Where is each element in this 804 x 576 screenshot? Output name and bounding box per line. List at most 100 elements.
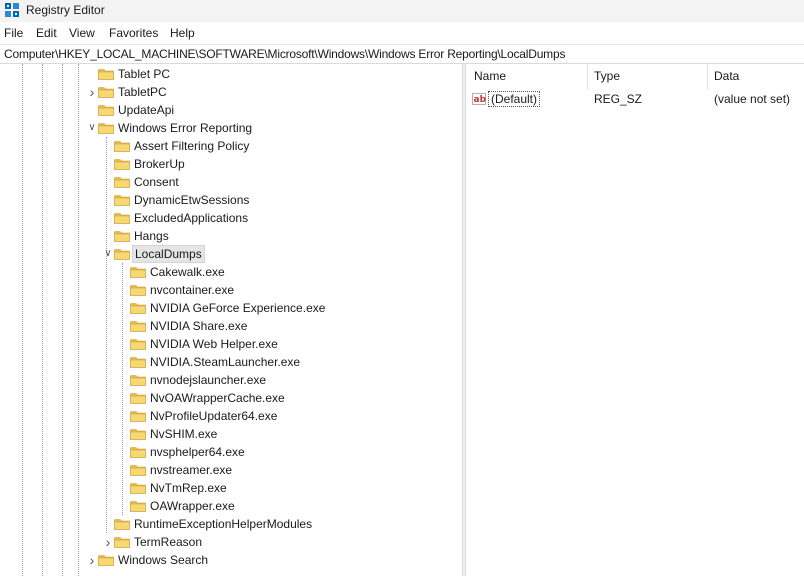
value-name[interactable]: (Default): [488, 91, 541, 107]
tree-item-label[interactable]: OAWrapper.exe: [148, 498, 237, 514]
tree-item[interactable]: NVIDIA Share.exe: [0, 317, 460, 335]
column-header-data[interactable]: Data: [714, 69, 739, 83]
tree-item[interactable]: › Windows Search: [0, 551, 460, 569]
folder-icon: [130, 410, 146, 422]
address-path[interactable]: Computer\HKEY_LOCAL_MACHINE\SOFTWARE\Mic…: [4, 47, 565, 61]
folder-icon: [130, 464, 146, 476]
folder-icon: [114, 212, 130, 224]
title-bar: Registry Editor: [0, 0, 804, 22]
tree-item[interactable]: nvsphelper64.exe: [0, 443, 460, 461]
tree-item[interactable]: RuntimeExceptionHelperModules: [0, 515, 460, 533]
svg-text:ab: ab: [474, 95, 487, 105]
folder-icon: [130, 446, 146, 458]
folder-icon: [114, 176, 130, 188]
tree-item[interactable]: DynamicEtwSessions: [0, 191, 460, 209]
folder-icon: [98, 68, 114, 80]
tree-item-label[interactable]: nvstreamer.exe: [148, 462, 234, 478]
tree-item-label[interactable]: TermReason: [132, 534, 204, 550]
tree-item-label[interactable]: RuntimeExceptionHelperModules: [132, 516, 314, 532]
tree-item-label[interactable]: Hangs: [132, 228, 171, 244]
tree-item-label[interactable]: nvcontainer.exe: [148, 282, 236, 298]
tree-item[interactable]: ExcludedApplications: [0, 209, 460, 227]
tree-item[interactable]: Assert Filtering Policy: [0, 137, 460, 155]
tree-item-label[interactable]: NVIDIA GeForce Experience.exe: [148, 300, 327, 316]
tree-item-label[interactable]: DynamicEtwSessions: [132, 192, 251, 208]
menu-file[interactable]: File: [4, 26, 23, 40]
tree-item[interactable]: NvTmRep.exe: [0, 479, 460, 497]
tree-item-label[interactable]: NvOAWrapperCache.exe: [148, 390, 287, 406]
folder-icon: [130, 500, 146, 512]
folder-icon: [114, 158, 130, 170]
folder-icon: [130, 320, 146, 332]
tree-item-label[interactable]: Consent: [132, 174, 181, 190]
tree-item[interactable]: BrokerUp: [0, 155, 460, 173]
chevron-right-icon[interactable]: ›: [86, 551, 98, 569]
menu-view[interactable]: View: [69, 26, 95, 40]
string-value-icon: ab: [472, 93, 487, 105]
tree-item[interactable]: nvstreamer.exe: [0, 461, 460, 479]
column-header-type[interactable]: Type: [594, 69, 620, 83]
tree-item-label-selected[interactable]: LocalDumps: [132, 245, 205, 263]
address-bar[interactable]: Computer\HKEY_LOCAL_MACHINE\SOFTWARE\Mic…: [0, 44, 804, 64]
tree-item-label[interactable]: BrokerUp: [132, 156, 187, 172]
tree-item[interactable]: NvSHIM.exe: [0, 425, 460, 443]
column-header-name[interactable]: Name: [474, 69, 506, 83]
tree-item[interactable]: ∨ LocalDumps: [0, 245, 460, 263]
tree-item-label[interactable]: NvTmRep.exe: [148, 480, 229, 496]
tree-item-label[interactable]: Windows Error Reporting: [116, 120, 254, 136]
tree-item[interactable]: NVIDIA GeForce Experience.exe: [0, 299, 460, 317]
column-separator[interactable]: [587, 64, 588, 90]
chevron-right-icon[interactable]: ›: [86, 83, 98, 101]
folder-icon: [114, 518, 130, 530]
tree-item-label[interactable]: Cakewalk.exe: [148, 264, 227, 280]
menu-edit[interactable]: Edit: [36, 26, 57, 40]
key-tree[interactable]: Tablet PC › TabletPC UpdateApi ∨ Windows Erro…: [0, 64, 462, 576]
folder-icon: [114, 140, 130, 152]
chevron-down-icon[interactable]: ∨: [86, 119, 98, 137]
value-type: REG_SZ: [594, 92, 643, 106]
tree-item-label[interactable]: nvnodejslauncher.exe: [148, 372, 268, 388]
menu-help[interactable]: Help: [170, 26, 195, 40]
tree-item-label[interactable]: Tablet PC: [116, 66, 172, 82]
tree-item[interactable]: NVIDIA.SteamLauncher.exe: [0, 353, 460, 371]
tree-item-label[interactable]: TabletPC: [116, 84, 169, 100]
tree-item-label[interactable]: NVIDIA Share.exe: [148, 318, 249, 334]
tree-item-label[interactable]: NVIDIA.SteamLauncher.exe: [148, 354, 302, 370]
tree-item[interactable]: › TabletPC: [0, 83, 460, 101]
tree-item[interactable]: ∨ Windows Error Reporting: [0, 119, 460, 137]
folder-icon: [130, 338, 146, 350]
tree-item[interactable]: Hangs: [0, 227, 460, 245]
tree-item[interactable]: nvcontainer.exe: [0, 281, 460, 299]
folder-icon: [114, 230, 130, 242]
folder-icon: [130, 302, 146, 314]
folder-icon: [114, 536, 130, 548]
tree-item[interactable]: NvOAWrapperCache.exe: [0, 389, 460, 407]
tree-item[interactable]: › TermReason: [0, 533, 460, 551]
tree-item-label[interactable]: ExcludedApplications: [132, 210, 250, 226]
tree-item[interactable]: Tablet PC: [0, 65, 460, 83]
folder-icon: [98, 122, 114, 134]
folder-icon: [130, 356, 146, 368]
tree-item-label[interactable]: NvProfileUpdater64.exe: [148, 408, 279, 424]
menu-favorites[interactable]: Favorites: [109, 26, 158, 40]
tree-item-label[interactable]: NvSHIM.exe: [148, 426, 219, 442]
tree-item-label[interactable]: UpdateApi: [116, 102, 176, 118]
column-separator[interactable]: [707, 64, 708, 90]
tree-item-label[interactable]: Assert Filtering Policy: [132, 138, 251, 154]
tree-item-label[interactable]: NVIDIA Web Helper.exe: [148, 336, 280, 352]
chevron-right-icon[interactable]: ›: [102, 533, 114, 551]
tree-item[interactable]: UpdateApi: [0, 101, 460, 119]
tree-item[interactable]: NVIDIA Web Helper.exe: [0, 335, 460, 353]
tree-item[interactable]: Cakewalk.exe: [0, 263, 460, 281]
tree-item[interactable]: Consent: [0, 173, 460, 191]
tree-item-label[interactable]: nvsphelper64.exe: [148, 444, 247, 460]
tree-item[interactable]: OAWrapper.exe: [0, 497, 460, 515]
chevron-down-icon[interactable]: ∨: [102, 245, 114, 263]
tree-item[interactable]: NvProfileUpdater64.exe: [0, 407, 460, 425]
value-list[interactable]: Name Type Data ab (Default) REG_SZ (valu…: [466, 64, 804, 576]
tree-item[interactable]: nvnodejslauncher.exe: [0, 371, 460, 389]
tree-item-label[interactable]: Windows Search: [116, 552, 210, 568]
folder-icon: [98, 554, 114, 566]
folder-icon: [130, 374, 146, 386]
folder-icon: [130, 392, 146, 404]
